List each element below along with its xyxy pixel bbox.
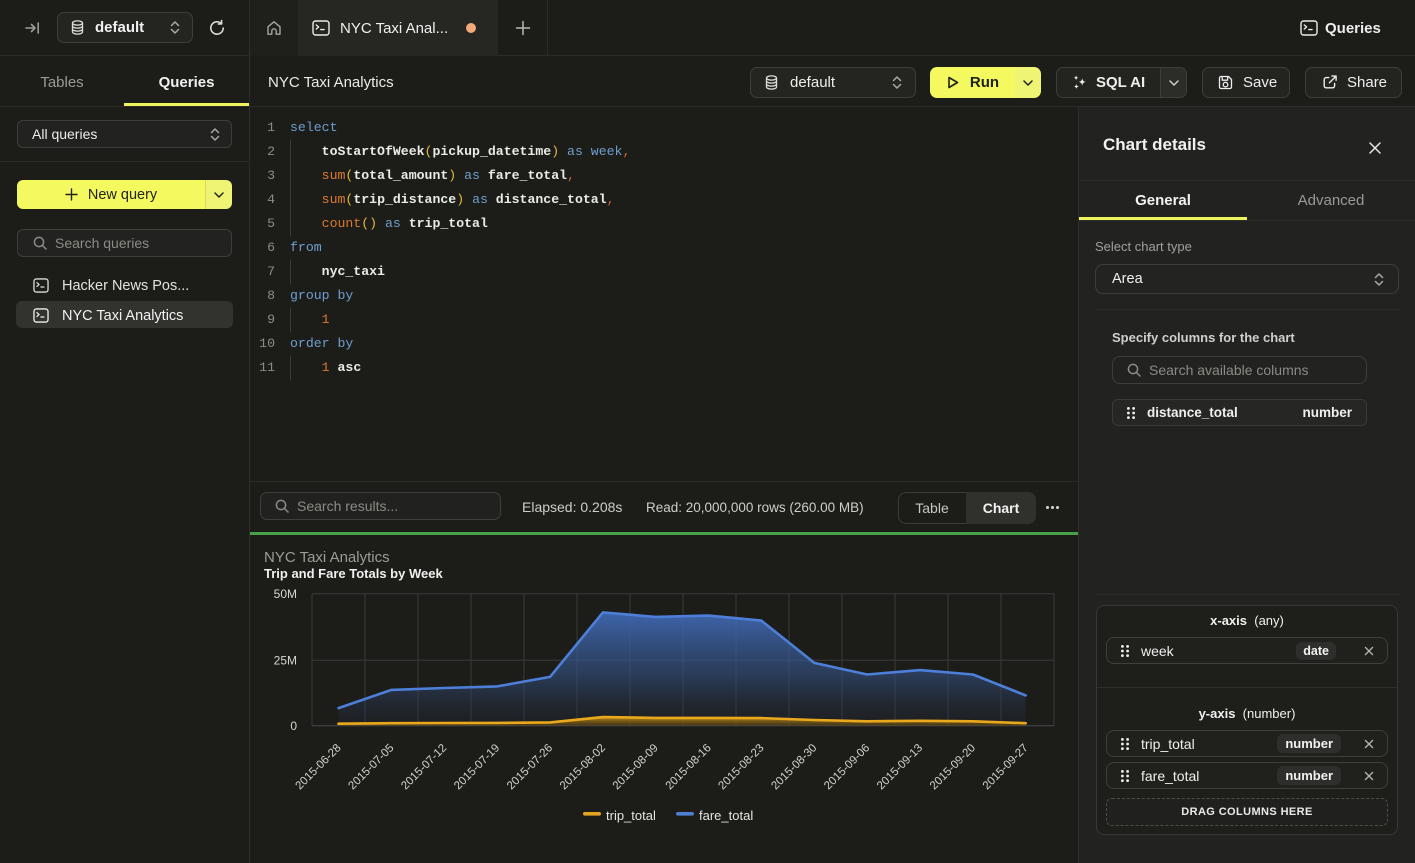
svg-text:fare_total: fare_total [699, 808, 753, 823]
svg-text:2015-08-23: 2015-08-23 [716, 742, 766, 792]
svg-text:2015-09-13: 2015-09-13 [875, 742, 925, 792]
svg-text:NYC Taxi Analytics: NYC Taxi Analytics [264, 549, 390, 566]
svg-text:Trip and Fare Totals by Week: Trip and Fare Totals by Week [264, 566, 443, 581]
svg-text:25M: 25M [274, 654, 297, 668]
svg-text:trip_total: trip_total [606, 808, 656, 823]
svg-text:2015-07-26: 2015-07-26 [505, 742, 555, 792]
svg-text:2015-08-16: 2015-08-16 [664, 742, 714, 792]
svg-text:2015-09-20: 2015-09-20 [928, 742, 978, 792]
svg-text:2015-07-19: 2015-07-19 [452, 742, 502, 792]
svg-text:2015-09-27: 2015-09-27 [981, 742, 1031, 792]
svg-text:2015-07-05: 2015-07-05 [346, 742, 396, 792]
svg-text:2015-08-02: 2015-08-02 [558, 742, 608, 792]
svg-text:2015-06-28: 2015-06-28 [294, 742, 344, 792]
svg-text:2015-09-06: 2015-09-06 [822, 742, 872, 792]
svg-text:2015-07-12: 2015-07-12 [399, 742, 449, 792]
svg-text:0: 0 [290, 719, 297, 733]
svg-text:50M: 50M [274, 587, 297, 601]
svg-text:2015-08-09: 2015-08-09 [611, 742, 661, 792]
svg-text:2015-08-30: 2015-08-30 [769, 742, 819, 792]
